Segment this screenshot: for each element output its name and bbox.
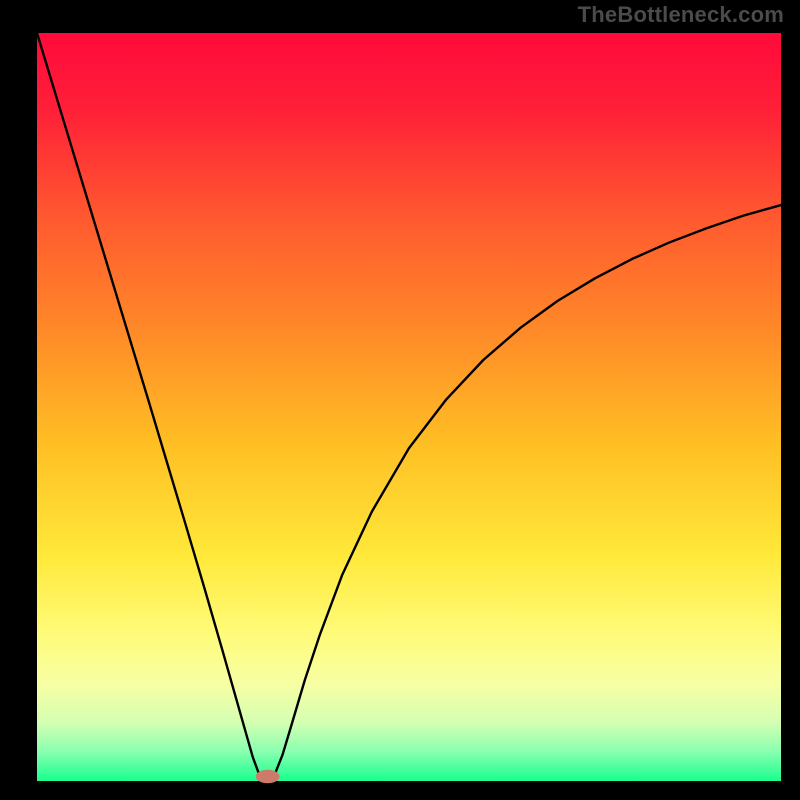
plot-background xyxy=(37,33,781,781)
watermark-label: TheBottleneck.com xyxy=(578,2,784,28)
chart-frame: TheBottleneck.com xyxy=(0,0,800,800)
dip-marker xyxy=(256,770,280,783)
bottleneck-chart xyxy=(0,0,800,800)
